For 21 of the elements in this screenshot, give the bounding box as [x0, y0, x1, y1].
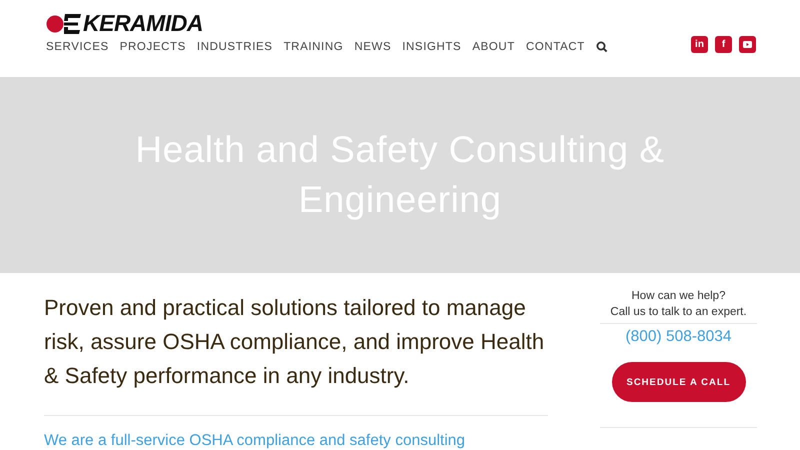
- schedule-call-button[interactable]: SCHEDULE A CALL: [612, 362, 746, 402]
- help-prompt: Call us to talk to an expert.: [610, 305, 747, 320]
- nav-link[interactable]: PROJECTS: [120, 41, 186, 53]
- lead-text: We are a full-service OSHA compliance and safety consulting: [44, 432, 466, 450]
- logo[interactable]: KERAMIDA: [46, 11, 608, 36]
- nav-link[interactable]: CONTACT: [526, 41, 585, 53]
- play-icon: [743, 41, 752, 48]
- video-button[interactable]: [739, 36, 756, 53]
- nav-link[interactable]: TRAINING: [284, 41, 344, 53]
- intro-text: Proven and practical solutions tailored to manage risk, assure OSHA compliance, and improve Health & Safety performance in any industry.: [44, 294, 546, 390]
- nav-link[interactable]: INSIGHTS: [402, 41, 462, 53]
- nav-link[interactable]: ABOUT: [472, 41, 515, 53]
- search-icon[interactable]: [596, 41, 608, 53]
- nav-link[interactable]: INDUSTRIES: [196, 41, 273, 53]
- nav-link[interactable]: NEWS: [354, 41, 392, 53]
- logo-text: KERAMIDA: [83, 10, 203, 37]
- social-button[interactable]: in: [691, 36, 708, 53]
- help-question: How can we help?: [632, 289, 726, 304]
- social-button[interactable]: f: [715, 36, 732, 53]
- nav-link[interactable]: SERVICES: [46, 41, 109, 53]
- logo-mark-icon: [46, 12, 82, 36]
